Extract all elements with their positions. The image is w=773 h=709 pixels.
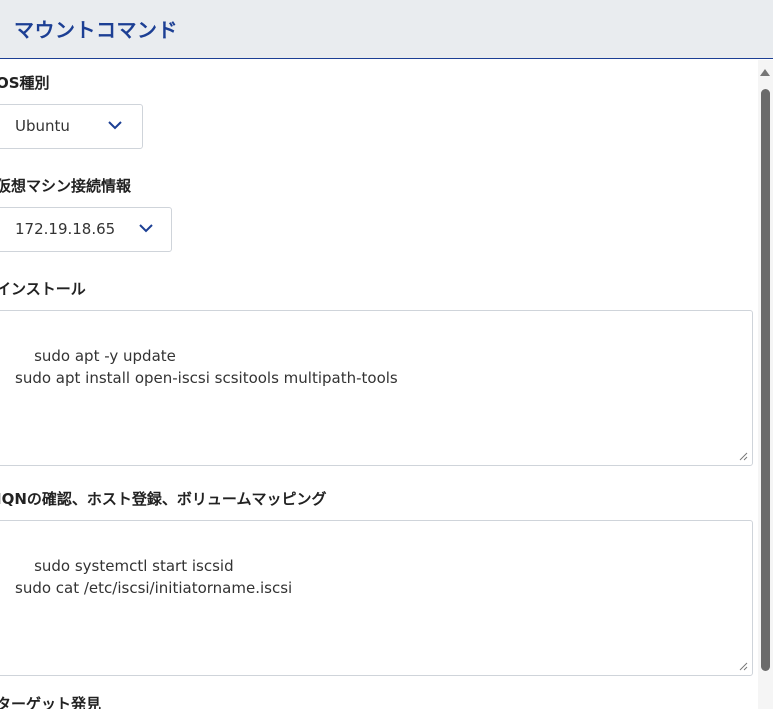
os-type-label: OS種別 bbox=[0, 74, 50, 92]
install-command-textarea[interactable]: sudo apt -y update sudo apt install open… bbox=[0, 310, 753, 466]
iqn-label: IQNの確認、ホスト登録、ボリュームマッピング bbox=[0, 490, 327, 508]
resize-grip-icon[interactable] bbox=[739, 452, 748, 461]
install-label: インストール bbox=[0, 280, 86, 298]
chevron-down-icon bbox=[108, 121, 122, 130]
target-discovery-label: ターゲット発見 bbox=[0, 695, 102, 709]
install-command-text: sudo apt -y update sudo apt install open… bbox=[15, 347, 398, 387]
panel-header: マウントコマンド bbox=[0, 0, 773, 59]
os-type-value: Ubuntu bbox=[15, 117, 70, 135]
scrollbar-thumb[interactable] bbox=[761, 89, 770, 671]
panel-title: マウントコマンド bbox=[14, 18, 178, 42]
vm-info-value: 172.19.18.65 bbox=[15, 220, 116, 238]
resize-grip-icon[interactable] bbox=[739, 662, 748, 671]
vm-info-select[interactable]: 172.19.18.65 bbox=[0, 207, 172, 252]
chevron-down-icon bbox=[139, 224, 153, 233]
mount-command-form: OS種別 Ubuntu 仮想マシン接続情報 172.19.18.65 インストー… bbox=[0, 60, 758, 709]
scroll-up-arrow-icon[interactable] bbox=[760, 69, 770, 76]
vertical-scrollbar[interactable] bbox=[758, 60, 773, 709]
os-type-select[interactable]: Ubuntu bbox=[0, 104, 143, 149]
iqn-command-textarea[interactable]: sudo systemctl start iscsid sudo cat /et… bbox=[0, 520, 753, 676]
iqn-command-text: sudo systemctl start iscsid sudo cat /et… bbox=[15, 557, 293, 597]
vm-info-label: 仮想マシン接続情報 bbox=[0, 177, 132, 195]
